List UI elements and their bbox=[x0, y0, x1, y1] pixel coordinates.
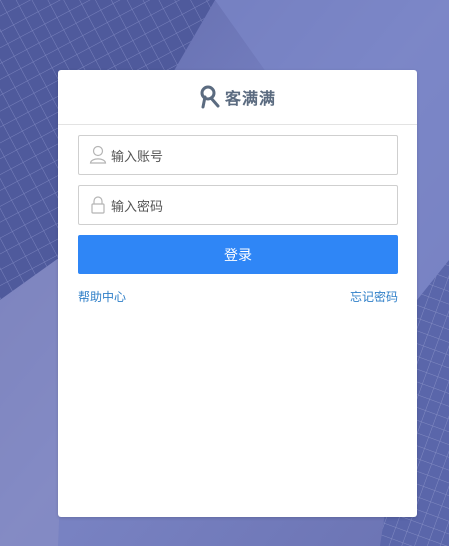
card-header: 客满满 bbox=[58, 70, 417, 125]
password-input[interactable] bbox=[111, 192, 381, 222]
lock-icon bbox=[91, 196, 105, 214]
brand-name: 客满满 bbox=[224, 89, 276, 108]
username-field[interactable] bbox=[78, 135, 398, 175]
password-field[interactable] bbox=[78, 185, 398, 225]
username-input[interactable] bbox=[111, 142, 381, 172]
user-icon bbox=[89, 145, 107, 164]
brand-logo-icon bbox=[200, 85, 220, 109]
brand-logo: 客满满 bbox=[199, 85, 276, 109]
login-button[interactable]: 登录 bbox=[78, 235, 398, 274]
forgot-password-link[interactable]: 忘记密码 bbox=[350, 288, 398, 305]
help-center-link[interactable]: 帮助中心 bbox=[78, 288, 126, 305]
login-card: 客满满 登录 帮助中心 忘记密码 bbox=[58, 70, 417, 517]
